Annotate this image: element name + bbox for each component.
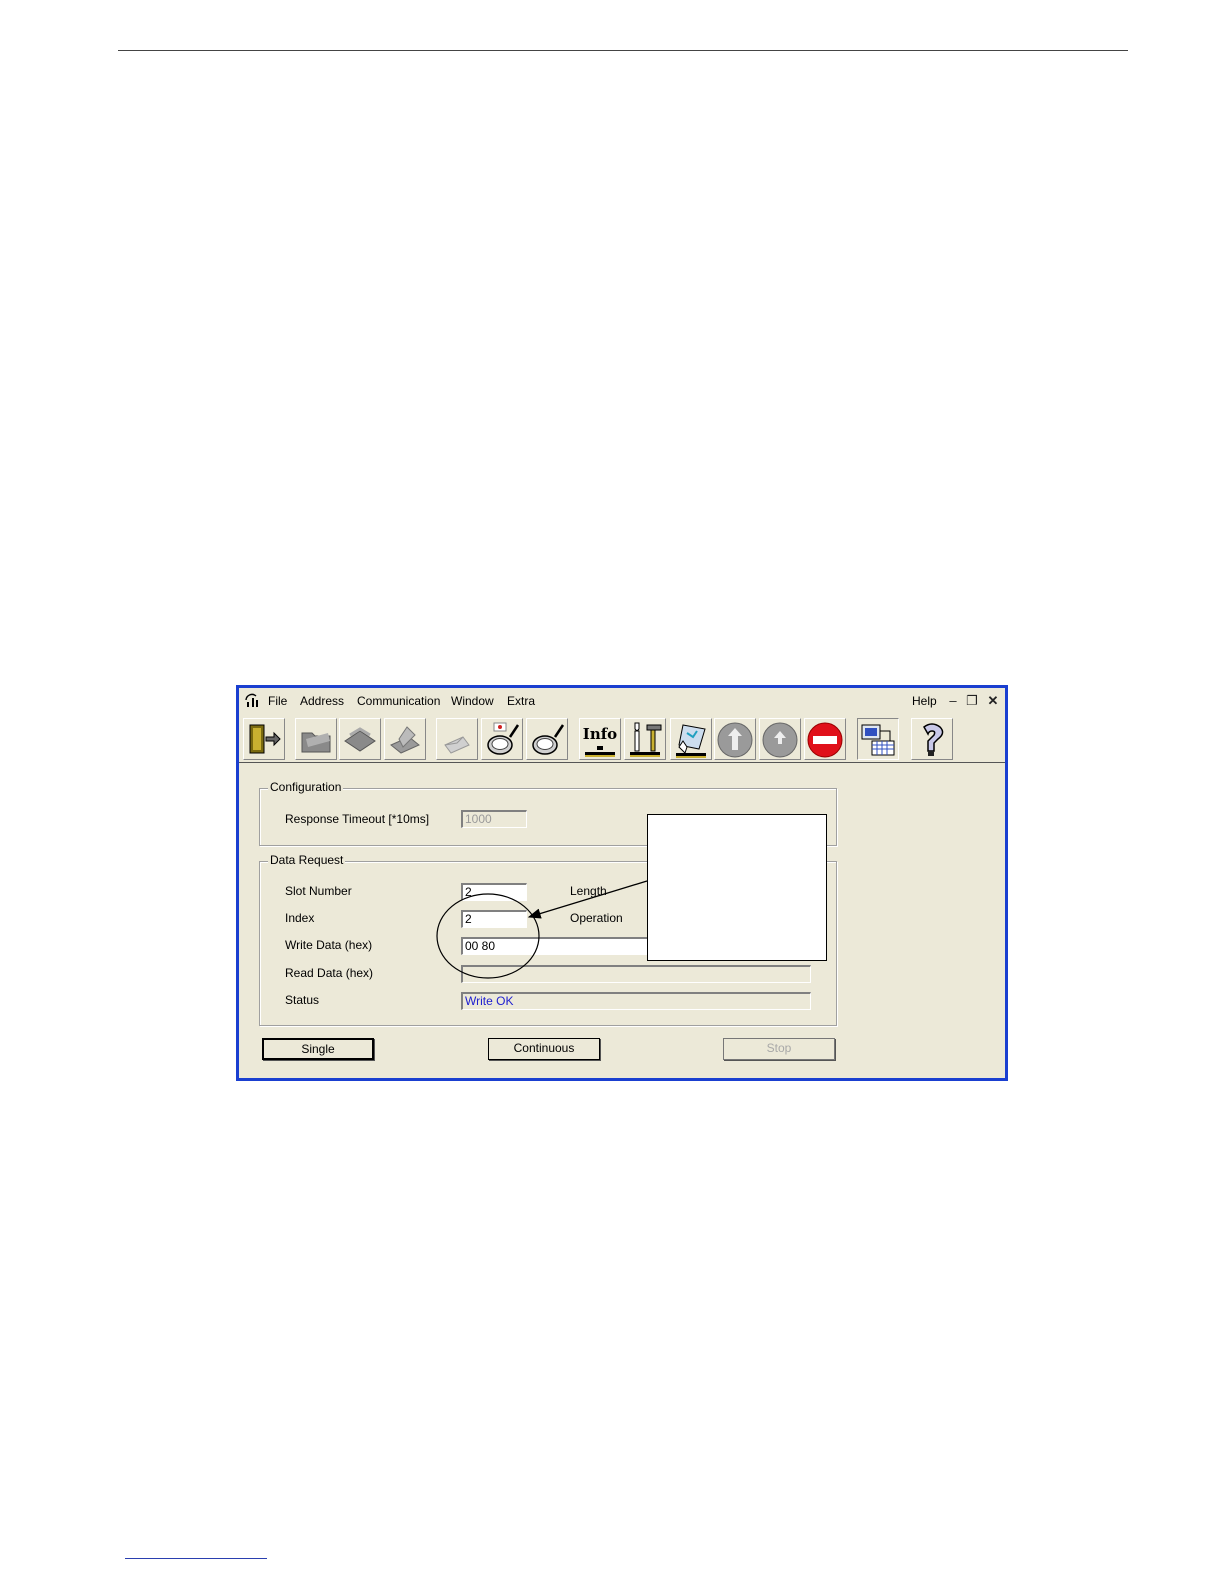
app-window: File Address Communication Window Extra … <box>236 685 1008 1081</box>
annotation-circle <box>436 893 540 979</box>
annotation-overlay <box>436 880 648 979</box>
top-rule <box>118 50 1128 51</box>
bottom-rule <box>125 1558 267 1559</box>
annotation-arrow <box>527 880 648 919</box>
